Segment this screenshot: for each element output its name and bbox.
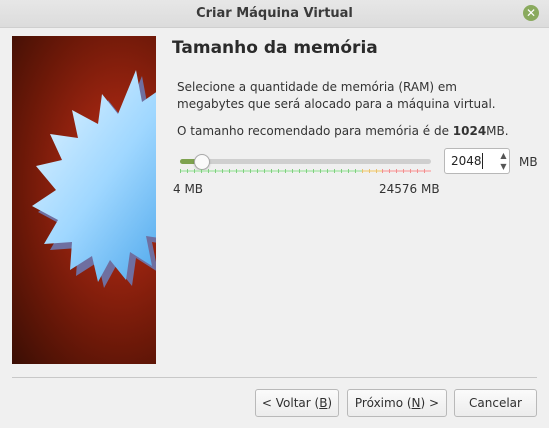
next-button[interactable]: Próximo (N) > — [347, 389, 447, 417]
starburst-icon — [32, 70, 156, 288]
close-icon[interactable]: ✕ — [523, 5, 539, 21]
page-description: Selecione a quantidade de memória (RAM) … — [177, 80, 496, 111]
recommended-suffix: MB. — [486, 124, 509, 138]
slider-max-label: 24576 MB — [379, 182, 440, 196]
memory-size-input[interactable] — [451, 153, 493, 169]
memory-slider-handle[interactable] — [194, 154, 210, 170]
title-bar[interactable]: Criar Máquina Virtual ✕ — [0, 0, 549, 28]
chevron-up-icon[interactable]: ▲ — [498, 150, 509, 161]
recommended-value: 1024 — [452, 124, 487, 138]
back-label-prefix: < Voltar ( — [261, 396, 320, 410]
next-mnemonic: N — [411, 396, 421, 410]
chevron-down-icon[interactable]: ▼ — [498, 161, 509, 172]
text-cursor — [482, 153, 483, 169]
memory-slider-scale — [180, 169, 431, 173]
recommended-memory-text: O tamanho recomendado para memória é de … — [177, 124, 509, 138]
back-button[interactable]: < Voltar (B) — [255, 389, 339, 417]
button-separator — [12, 377, 537, 378]
window-title: Criar Máquina Virtual — [196, 6, 353, 21]
scale-ticks-excessive — [382, 169, 431, 173]
scale-ticks-recommended — [180, 169, 362, 173]
next-label-suffix: ) > — [420, 396, 440, 410]
back-label-suffix: ) — [327, 396, 333, 410]
page-title: Tamanho da memória — [172, 38, 378, 58]
cancel-button[interactable]: Cancelar — [454, 389, 537, 417]
memory-unit-label: MB — [519, 155, 538, 169]
wizard-banner-image — [12, 36, 156, 364]
memory-slider-track[interactable] — [180, 159, 431, 164]
dialog-window: Criar Máquina Virtual ✕ Tamanho da memór… — [0, 0, 549, 428]
slider-min-label: 4 MB — [173, 182, 204, 196]
next-label-prefix: Próximo ( — [354, 396, 412, 410]
scale-ticks-warning — [362, 169, 382, 173]
recommended-prefix: O tamanho recomendado para memória é de — [177, 124, 453, 138]
memory-spinbox[interactable]: ▲ ▼ — [444, 148, 510, 174]
